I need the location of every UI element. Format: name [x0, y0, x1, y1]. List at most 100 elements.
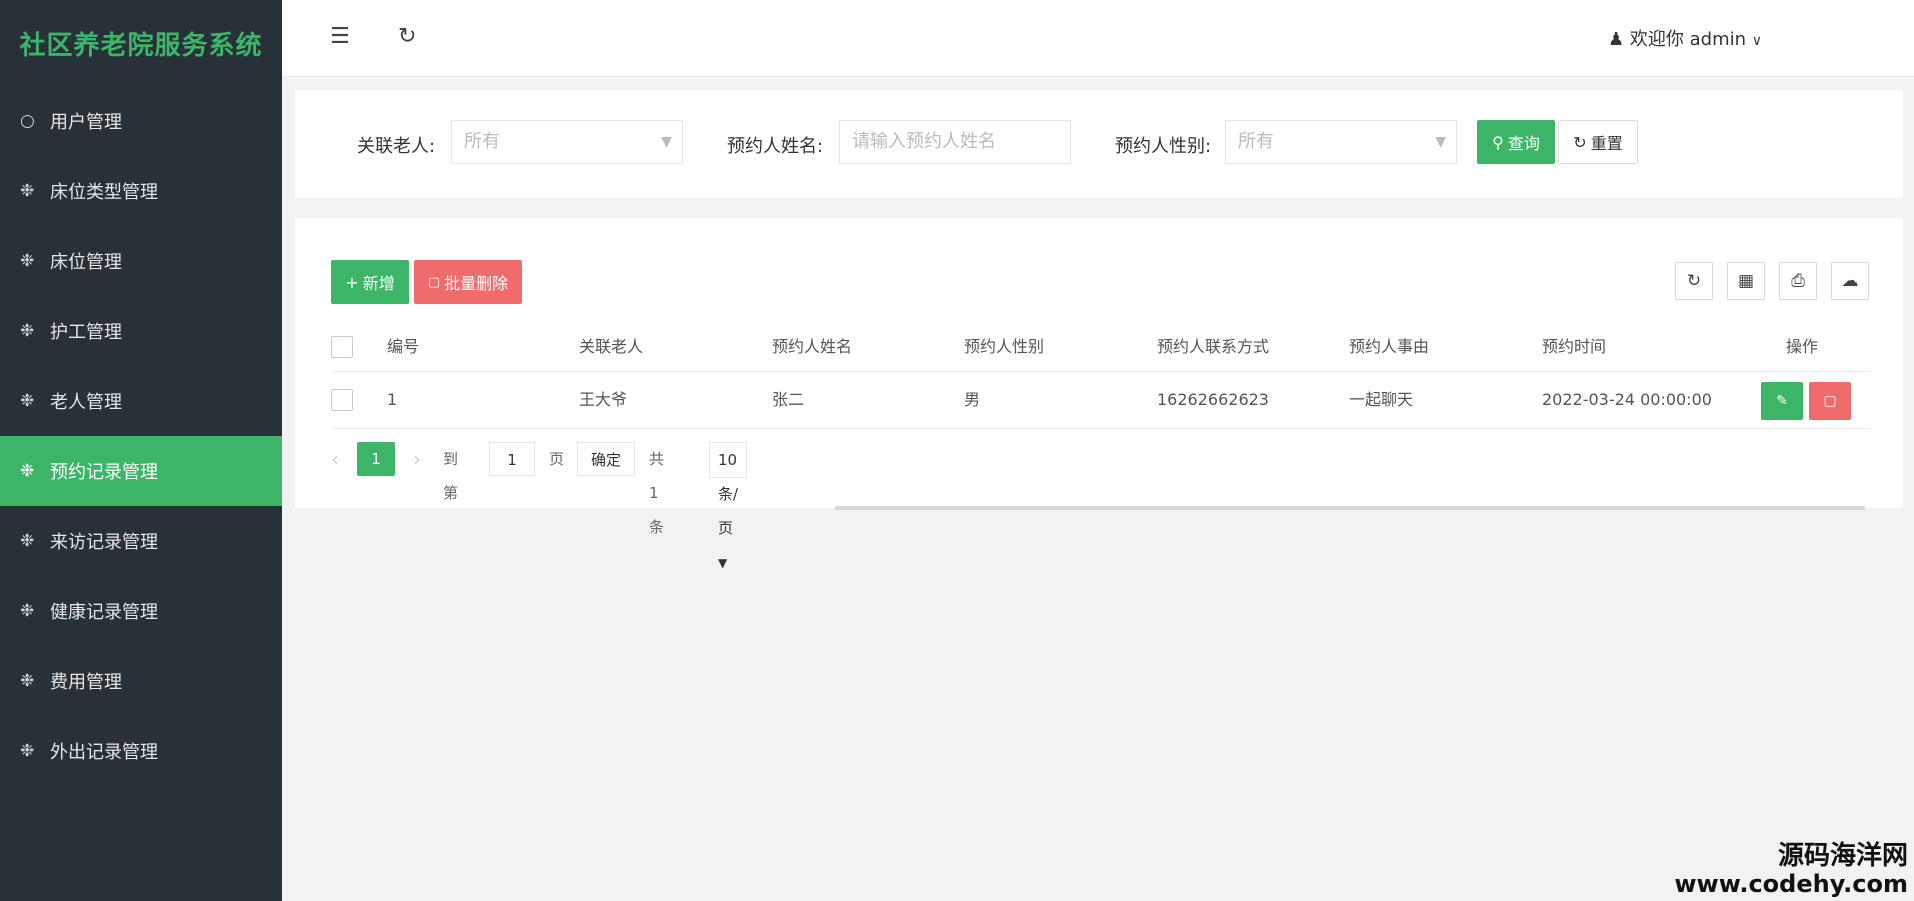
sidebar-item-label: 护工管理	[50, 322, 122, 343]
cell-phone: 16262662623	[1157, 390, 1269, 409]
export-icon: ☁	[1841, 271, 1859, 291]
gear-icon: ❉	[20, 321, 35, 341]
delete-button[interactable]: ▢	[1809, 382, 1851, 420]
sidebar-item-label: 床位管理	[50, 252, 122, 273]
gear-icon: ❉	[20, 601, 35, 621]
search-button[interactable]: ⚲ 查询	[1477, 120, 1555, 164]
sidebar-item-bed-types[interactable]: ❉ 床位类型管理	[0, 156, 282, 226]
chevron-down-icon: ▼	[718, 556, 728, 570]
filter-panel: 关联老人: 所有 ▼ 预约人姓名: 请输入预约人姓名 预约人性别: 所有 ▼ ⚲…	[295, 90, 1903, 198]
sidebar-item-appointments[interactable]: ❉ 预约记录管理	[0, 436, 282, 506]
table-panel: + 新增 ▢ 批量删除 ↻ ▦ ⎙ ☁ 编号 关联老人 预约人姓名 预约人性别 …	[295, 218, 1903, 570]
sidebar-item-caregivers[interactable]: ❉ 护工管理	[0, 296, 282, 366]
name-input[interactable]: 请输入预约人姓名	[839, 120, 1071, 164]
welcome-text: 欢迎你 admin	[1629, 29, 1747, 50]
goto-page-input[interactable]: 1	[489, 442, 535, 476]
sidebar-item-label: 床位类型管理	[50, 182, 158, 203]
cell-reason: 一起聊天	[1349, 390, 1414, 409]
cell-gender: 男	[964, 390, 981, 409]
trash-icon: ▢	[427, 274, 441, 290]
cell-id: 1	[387, 390, 398, 409]
sidebar-item-label: 用户管理	[50, 112, 122, 133]
sidebar-item-users[interactable]: ○ 用户管理	[0, 86, 282, 156]
plus-icon: +	[345, 272, 359, 292]
elder-filter-label: 关联老人:	[357, 136, 436, 157]
export-button[interactable]: ☁	[1831, 262, 1869, 300]
edit-button[interactable]: ✎	[1761, 382, 1803, 420]
column-header: 预约人性别	[964, 337, 1045, 356]
gear-icon: ❉	[20, 251, 35, 271]
page-size-value: 10 条/页	[718, 451, 739, 537]
chevron-down-icon: ∨	[1751, 33, 1762, 49]
reset-button[interactable]: ↻ 重置	[1558, 120, 1638, 164]
search-button-label: 查询	[1507, 134, 1540, 153]
sidebar-item-label: 老人管理	[50, 392, 122, 413]
search-icon: ⚲	[1492, 132, 1504, 152]
sidebar-item-health[interactable]: ❉ 健康记录管理	[0, 576, 282, 646]
horizontal-scrollbar[interactable]	[835, 506, 1865, 510]
goto-prefix: 到第	[443, 450, 459, 502]
trash-icon: ▢	[1823, 393, 1837, 409]
select-all-checkbox[interactable]	[331, 336, 353, 358]
column-header: 预约人联系方式	[1157, 337, 1270, 356]
page-size-select[interactable]: 10 条/页 ▼	[709, 442, 748, 570]
gear-icon: ❉	[20, 391, 35, 411]
gender-select-value: 所有	[1238, 131, 1274, 152]
table-refresh-button[interactable]: ↻	[1675, 262, 1713, 300]
columns-button[interactable]: ▦	[1727, 262, 1765, 300]
goto-suffix: 页	[549, 450, 565, 468]
gear-icon: ❉	[20, 461, 35, 481]
row-checkbox[interactable]	[331, 389, 353, 411]
print-button[interactable]: ⎙	[1779, 262, 1817, 300]
user-menu[interactable]: ♟ 欢迎你 admin ∨	[1608, 25, 1762, 51]
sidebar-item-visits[interactable]: ❉ 来访记录管理	[0, 506, 282, 576]
sidebar-item-label: 健康记录管理	[50, 602, 158, 623]
column-header: 操作	[1786, 337, 1819, 356]
table-row: 1 王大爷 张二 男 16262662623 一起聊天 2022-03-24 0…	[331, 372, 1871, 429]
gender-filter-label: 预约人性别:	[1115, 136, 1212, 157]
sidebar-item-label: 预约记录管理	[50, 462, 158, 483]
sidebar: 社区养老院服务系统 ○ 用户管理 ❉ 床位类型管理 ❉ 床位管理 ❉ 护工管理 …	[0, 0, 282, 901]
gear-icon: ❉	[20, 671, 35, 691]
user-icon: ♟	[1608, 29, 1625, 50]
batch-delete-button[interactable]: ▢ 批量删除	[414, 260, 522, 304]
app-title: 社区养老院服务系统	[19, 30, 263, 61]
sidebar-item-label: 来访记录管理	[50, 532, 158, 553]
name-filter-label: 预约人姓名:	[727, 136, 824, 157]
sidebar-item-beds[interactable]: ❉ 床位管理	[0, 226, 282, 296]
print-icon: ⎙	[1791, 271, 1805, 291]
sidebar-item-fees[interactable]: ❉ 费用管理	[0, 646, 282, 716]
prev-page-icon[interactable]: ‹	[331, 442, 339, 476]
menu-toggle-icon[interactable]: ☰	[330, 24, 350, 49]
column-header: 关联老人	[579, 337, 644, 356]
reset-button-label: 重置	[1590, 134, 1623, 153]
refresh-icon[interactable]: ↻	[398, 24, 416, 49]
user-icon: ○	[20, 111, 35, 131]
caret-down-icon: ▼	[661, 134, 672, 150]
watermark-line-2: www.codehy.com	[1674, 869, 1908, 898]
add-button[interactable]: + 新增	[331, 260, 409, 304]
gender-select[interactable]: 所有 ▼	[1225, 120, 1457, 164]
sidebar-item-label: 外出记录管理	[50, 742, 158, 763]
refresh-icon: ↻	[1573, 132, 1587, 152]
page-1-button[interactable]: 1	[357, 442, 395, 476]
sidebar-item-elders[interactable]: ❉ 老人管理	[0, 366, 282, 436]
sidebar-item-outings[interactable]: ❉ 外出记录管理	[0, 716, 282, 786]
watermark-line-1: 源码海洋网	[1777, 841, 1908, 872]
sidebar-item-label: 费用管理	[50, 672, 122, 693]
column-header: 预约人姓名	[772, 337, 853, 356]
elder-select-value: 所有	[464, 131, 500, 152]
batch-delete-label: 批量删除	[444, 274, 509, 293]
goto-confirm-button[interactable]: 确定	[577, 442, 635, 476]
next-page-icon[interactable]: ›	[413, 442, 421, 476]
watermark: 源码海洋网 www.codehy.com	[1674, 842, 1908, 897]
gear-icon: ❉	[20, 531, 35, 551]
gear-icon: ❉	[20, 741, 35, 761]
column-header: 预约人事由	[1349, 337, 1430, 356]
total-count: 共 1 条	[649, 450, 665, 536]
elder-select[interactable]: 所有 ▼	[451, 120, 683, 164]
column-header: 编号	[387, 337, 420, 356]
gear-icon: ❉	[20, 181, 35, 201]
add-button-label: 新增	[362, 274, 395, 293]
pencil-icon: ✎	[1776, 393, 1788, 409]
